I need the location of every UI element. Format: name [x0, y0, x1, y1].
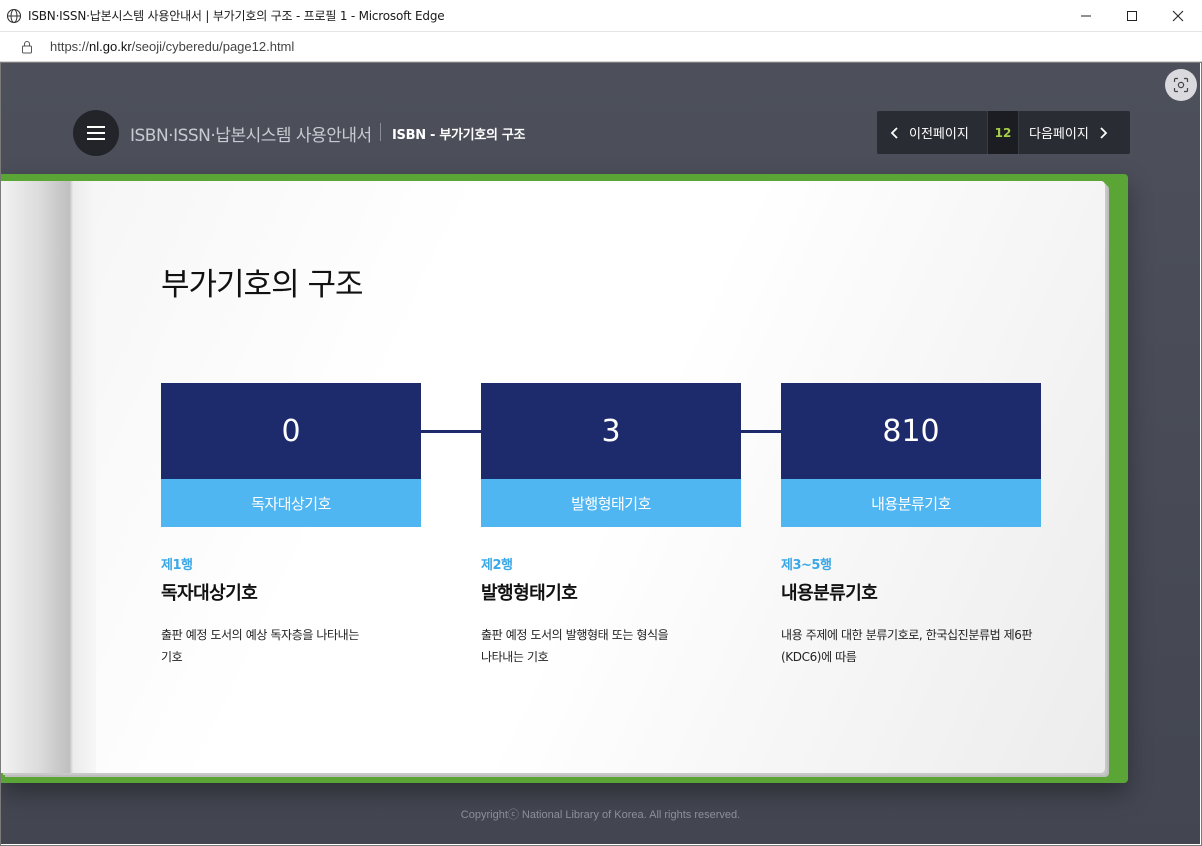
- globe-icon: [6, 8, 22, 23]
- url-prefix: https://: [50, 39, 90, 54]
- code-label: 내용분류기호: [781, 479, 1041, 527]
- window-title: ISBN·ISSN·납본시스템 사용안내서 | 부가기호의 구조 - 프로필 1…: [28, 9, 445, 23]
- lock-icon: [22, 40, 32, 53]
- code-connector: [421, 430, 482, 433]
- address-bar[interactable]: https://nl.go.kr/seoji/cyberedu/page12.h…: [0, 32, 1202, 62]
- maximize-icon: [1127, 11, 1137, 21]
- code-value: 3: [481, 383, 741, 479]
- minimize-icon: [1081, 15, 1091, 17]
- header-divider: [380, 123, 381, 141]
- description-line: 출판 예정 도서의 예상 독자층을 나타내는: [161, 628, 359, 642]
- row-tag: 제2행: [481, 558, 513, 573]
- next-page-label: 다음페이지: [1029, 127, 1089, 142]
- page-heading: 부가기호의 구조: [161, 267, 363, 303]
- code-box-format: 3 발행형태기호: [481, 383, 741, 527]
- chevron-left-icon: [890, 126, 898, 139]
- book-spine: [1, 181, 96, 773]
- prev-page-button[interactable]: 이전페이지: [877, 111, 987, 154]
- description-line: (KDC6)에 따름: [781, 650, 857, 664]
- code-box-subject: 810 내용분류기호: [781, 383, 1041, 527]
- code-box-reader: 0 독자대상기호: [161, 383, 421, 527]
- prev-page-label: 이전페이지: [909, 127, 969, 142]
- maximize-button[interactable]: [1109, 0, 1155, 32]
- code-description-reader: 제1행 독자대상기호 출판 예정 도서의 예상 독자층을 나타내는 기호: [161, 554, 421, 668]
- menu-icon-bar: [87, 138, 105, 140]
- copyright-text: Copyrightⓒ National Library of Korea. Al…: [460, 809, 741, 821]
- site-title[interactable]: ISBN·ISSN·납본시스템 사용안내서: [130, 121, 372, 146]
- row-tag: 제3~5행: [781, 558, 832, 573]
- chevron-right-icon: [1100, 126, 1108, 139]
- minimize-button[interactable]: [1063, 0, 1109, 32]
- code-description-subject: 제3~5행 내용분류기호 내용 주제에 대한 분류기호로, 한국십진분류법 제6…: [781, 554, 1041, 668]
- page-navigator: 이전페이지 12 다음페이지: [877, 111, 1130, 154]
- code-connector: [741, 430, 782, 433]
- section-title: ISBN - 부가기호의 구조: [392, 128, 526, 143]
- screenshot-button[interactable]: [1165, 69, 1197, 101]
- close-button[interactable]: [1155, 0, 1201, 32]
- row-tag: 제1행: [161, 558, 193, 573]
- code-label: 독자대상기호: [161, 479, 421, 527]
- url-host: nl.go.kr: [89, 39, 132, 54]
- code-name: 발행형태기호: [481, 583, 578, 604]
- code-name: 독자대상기호: [161, 583, 258, 604]
- description-line: 내용 주제에 대한 분류기호로, 한국십진분류법 제6판: [781, 628, 1033, 642]
- code-description: 내용 주제에 대한 분류기호로, 한국십진분류법 제6판 (KDC6)에 따름: [781, 624, 1061, 668]
- code-value: 810: [781, 383, 1041, 479]
- next-page-button[interactable]: 다음페이지: [1019, 111, 1129, 154]
- description-line: 기호: [161, 650, 183, 664]
- screenshot-icon: [1173, 77, 1189, 93]
- page-viewport: ISBN·ISSN·납본시스템 사용안내서 ISBN - 부가기호의 구조 이전…: [1, 63, 1200, 844]
- code-value: 0: [161, 383, 421, 479]
- window-titlebar: ISBN·ISSN·납본시스템 사용안내서 | 부가기호의 구조 - 프로필 1…: [0, 0, 1202, 32]
- url-path: /seoji/cyberedu/page12.html: [131, 39, 295, 54]
- menu-icon-bar: [87, 126, 105, 128]
- code-name: 내용분류기호: [781, 583, 878, 604]
- menu-button[interactable]: [73, 110, 119, 156]
- code-description: 출판 예정 도서의 발행형태 또는 형식을 나타내는 기호: [481, 624, 761, 668]
- description-line: 나타내는 기호: [481, 650, 549, 664]
- url-text: https://nl.go.kr/seoji/cyberedu/page12.h…: [50, 39, 294, 54]
- description-line: 출판 예정 도서의 발행형태 또는 형식을: [481, 628, 669, 642]
- current-page-number: 12: [987, 111, 1019, 154]
- close-icon: [1172, 10, 1184, 22]
- code-label: 발행형태기호: [481, 479, 741, 527]
- code-description-format: 제2행 발행형태기호 출판 예정 도서의 발행형태 또는 형식을 나타내는 기호: [481, 554, 741, 668]
- menu-icon-bar: [87, 132, 105, 134]
- code-description: 출판 예정 도서의 예상 독자층을 나타내는 기호: [161, 624, 441, 668]
